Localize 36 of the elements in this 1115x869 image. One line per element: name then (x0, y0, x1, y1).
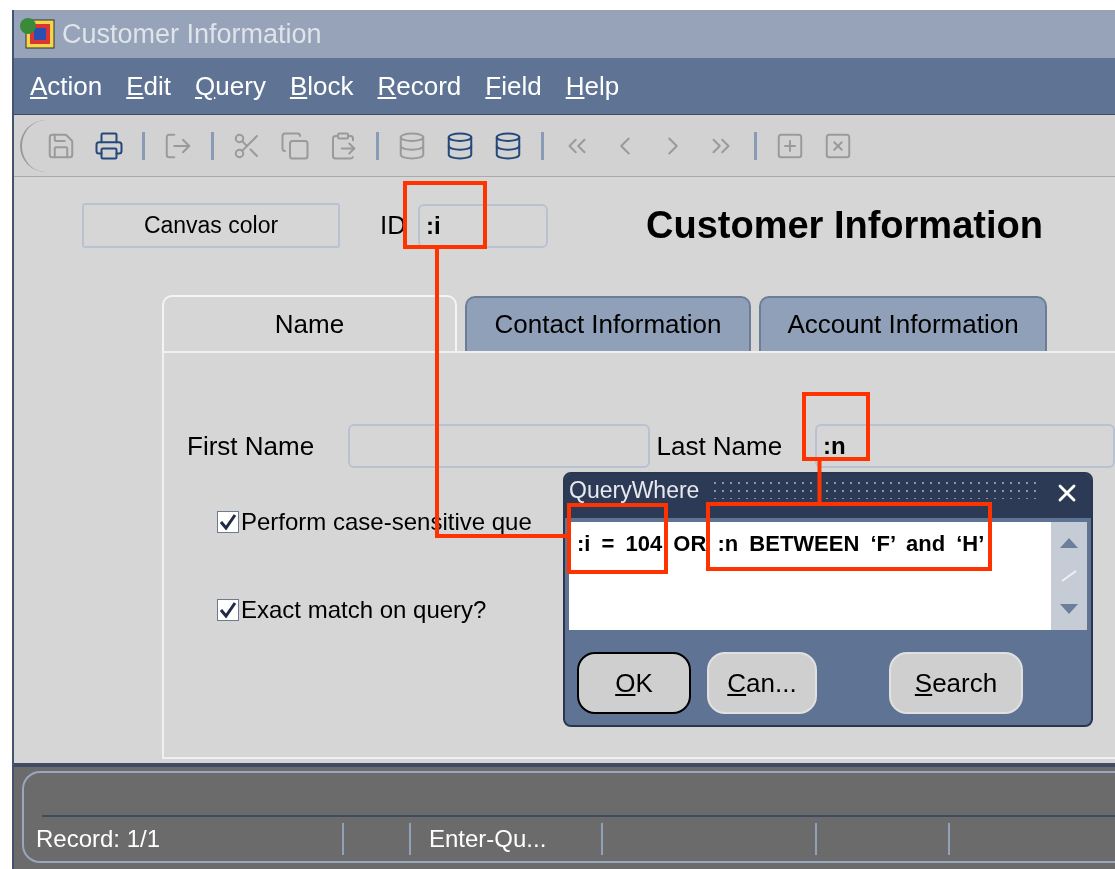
scrollbar[interactable] (1051, 522, 1087, 630)
checkbox[interactable] (217, 599, 239, 621)
copy-icon[interactable] (280, 130, 310, 161)
annotation-box (802, 392, 870, 461)
text-field[interactable] (348, 424, 651, 468)
menu-item[interactable]: Action (30, 66, 103, 106)
menu-item[interactable]: Query (195, 66, 266, 106)
query-text-area[interactable]: :i = 104 OR :n BETWEEN ‘F’ and ‘H’ (569, 522, 1051, 630)
form-heading: Customer Information (646, 203, 1043, 248)
printer-icon[interactable] (94, 130, 124, 161)
menu-item[interactable]: Help (565, 66, 620, 106)
menu-item[interactable]: Field (485, 66, 542, 106)
tab[interactable]: Name (162, 295, 457, 351)
database-icon[interactable] (445, 130, 475, 161)
status-record: Record: 1/1 (36, 824, 162, 854)
window-title: Customer Information (62, 17, 322, 51)
menu-item[interactable]: Edit (126, 66, 172, 106)
menu-item[interactable]: Record (377, 66, 462, 106)
dialog-button[interactable]: Can... (707, 652, 817, 714)
text-field[interactable]: :n (815, 424, 1115, 468)
dialog-title: QueryWhere (569, 479, 700, 502)
status-mode: Enter-Qu... (428, 824, 548, 854)
dialog-button[interactable]: Search (889, 652, 1023, 714)
field-label: Last Name (656, 429, 784, 463)
checkbox[interactable] (217, 511, 239, 533)
database-icon[interactable] (493, 130, 523, 161)
leader-line (817, 461, 822, 503)
id-field[interactable]: :i (418, 203, 548, 248)
canvas-color-button[interactable]: Canvas color (82, 203, 340, 248)
menu-item[interactable]: Block (289, 66, 354, 106)
checkbox-label: Exact match on query? (241, 595, 487, 625)
tab[interactable]: Contact Information (465, 296, 751, 351)
app-icon (18, 16, 58, 52)
dialog-button[interactable]: OK (577, 652, 691, 714)
field-label: First Name (187, 429, 316, 463)
tab[interactable]: Account Information (759, 296, 1047, 351)
